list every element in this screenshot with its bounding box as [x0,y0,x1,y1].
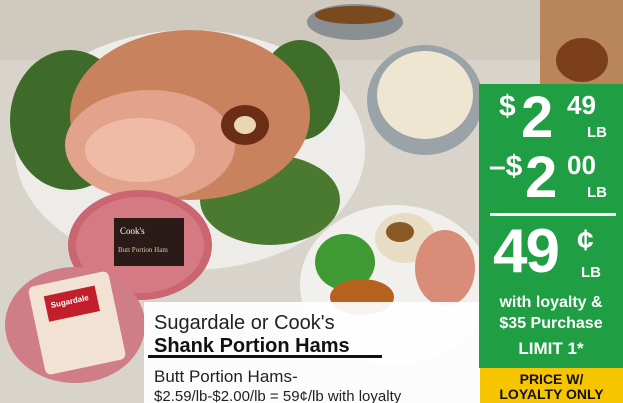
secondary-price-line: $2.59/lb-$2.00/lb = 59¢/lb with loyalty [154,388,402,403]
title-underline [148,355,382,358]
loyalty-only-badge: PRICE W/ LOYALTY ONLY [480,368,623,403]
discount-price: –$ 2 00 LB [479,145,623,210]
discount-price-sign: –$ [489,150,523,183]
cooks-logo-text: Cook's [120,226,145,236]
regular-price-whole: 2 [521,85,553,150]
final-price-unit: LB [581,264,601,281]
ad-frame: Cook's Butt Portion Ham Sugardale Sugard… [0,0,623,403]
regular-price-unit: LB [587,124,607,141]
secondary-product-line: Butt Portion Hams- [154,367,298,386]
purchase-limit: LIMIT 1* [518,339,584,358]
loyalty-condition-line1: with loyalty & [499,294,603,311]
brand-line: Sugardale or Cook's [154,312,335,334]
final-price: 49 ¢ LB [479,217,623,292]
regular-price-dollar-sign: $ [499,90,516,123]
discount-price-whole: 2 [525,145,557,210]
badge-line2: LOYALTY ONLY [499,386,604,402]
cooks-label-text: Butt Portion Ham [118,246,168,254]
sugardale-ham-package: Sugardale [5,267,145,383]
loyalty-condition-line2: $35 Purchase [499,315,603,332]
badge-line1: PRICE W/ [519,371,584,387]
discount-price-unit: LB [587,184,607,201]
final-price-whole: 49 [493,217,560,286]
discount-price-cents: 00 [567,150,596,180]
regular-price-cents: 49 [567,90,596,120]
final-price-cent-sign: ¢ [577,224,594,257]
